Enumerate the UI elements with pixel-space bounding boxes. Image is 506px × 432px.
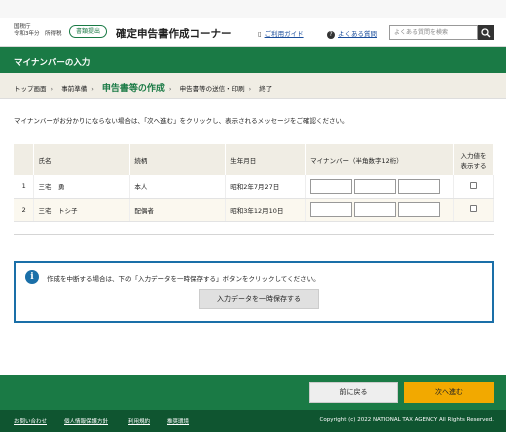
- mynumber-field-2[interactable]: [354, 178, 397, 194]
- submission-badge: 書類提出: [69, 25, 108, 38]
- person-relation: 配偶者: [129, 198, 227, 222]
- search-input[interactable]: [389, 25, 478, 40]
- footer-link-privacy[interactable]: 個人情報保護方針: [64, 417, 108, 425]
- person-name: 三宅 トシ子: [33, 198, 131, 222]
- navigation-bar: 前に戻る 次へ進む: [0, 375, 506, 410]
- header-show-values: 入力値を表示する: [453, 144, 494, 175]
- table-header-row: 氏名 続柄 生年月日 マイナンバー（半角数字12桁） 入力値を表示する: [14, 144, 494, 175]
- footer-link-contact[interactable]: お問い合わせ: [14, 417, 47, 425]
- header-name: 氏名: [33, 144, 131, 175]
- footer-link-terms[interactable]: 利用規約: [128, 417, 150, 425]
- page-title: マイナンバーの入力: [0, 47, 506, 73]
- agency-logo[interactable]: 国税庁 令和3年分 所得税: [14, 24, 62, 38]
- header-relation: 続柄: [129, 144, 227, 175]
- mynumber-field-2[interactable]: [354, 202, 397, 217]
- header-mynumber: マイナンバー（半角数字12桁）: [305, 144, 455, 175]
- header-num: [14, 144, 35, 175]
- footer-link-environment[interactable]: 推奨環境: [167, 417, 189, 425]
- chevron-right-icon: ›: [91, 85, 94, 93]
- header-birthdate: 生年月日: [225, 144, 307, 175]
- mynumber-inputs: [305, 198, 455, 222]
- agency-name: 国税庁: [14, 24, 31, 30]
- search-button[interactable]: [478, 25, 494, 40]
- app-title: 確定申告書作成コーナー: [116, 28, 232, 40]
- footer: お問い合わせ 個人情報保護方針 利用規約 推奨環境 Copyright (c) …: [0, 410, 506, 432]
- breadcrumb-finish: 終了: [259, 85, 273, 93]
- show-values-checkbox[interactable]: [470, 205, 477, 212]
- table-row: 1 三宅 勇 本人 昭和2年7月27日: [14, 175, 494, 199]
- mynumber-field-3[interactable]: [398, 202, 441, 217]
- chevron-right-icon: ›: [248, 85, 252, 93]
- person-birthdate: 昭和2年7月27日: [225, 175, 307, 199]
- show-values-checkbox[interactable]: [470, 181, 477, 189]
- breadcrumb-top: トップ画面: [14, 85, 47, 93]
- mynumber-inputs: [305, 175, 455, 199]
- breadcrumb-send-print: 申告書等の送信・印刷: [179, 85, 245, 93]
- book-icon: ▯: [258, 30, 262, 38]
- tax-year: 令和3年分 所得税: [14, 31, 62, 37]
- person-relation: 本人: [129, 175, 227, 199]
- search-icon: [481, 28, 491, 38]
- save-notice-text: 作成を中断する場合は、下の「入力データを一時保存する」ボタンをクリックしてくださ…: [47, 275, 320, 283]
- show-values-cell: [453, 175, 494, 199]
- faq-link[interactable]: ? よくある質問: [327, 28, 377, 39]
- guide-link[interactable]: ▯ ご利用ガイド: [258, 28, 304, 38]
- table-row: 2 三宅 トシ子 配偶者 昭和3年12月10日: [14, 198, 494, 222]
- mynumber-table: 氏名 続柄 生年月日 マイナンバー（半角数字12桁） 入力値を表示する 1 三宅…: [14, 144, 494, 222]
- person-name: 三宅 勇: [33, 175, 131, 199]
- question-icon: ?: [327, 31, 335, 39]
- mynumber-field-3[interactable]: [398, 178, 441, 194]
- show-values-cell: [453, 198, 494, 222]
- next-button[interactable]: 次へ進む: [404, 382, 494, 403]
- temp-save-button[interactable]: 入力データを一時保存する: [199, 289, 319, 309]
- divider: [14, 234, 494, 235]
- row-number: 1: [14, 175, 35, 199]
- chevron-right-icon: ›: [50, 85, 54, 93]
- main-content: マイナンバーがお分かりにならない場合は、「次へ進む」をクリックし、表示されるメッ…: [0, 99, 506, 375]
- breadcrumb: トップ画面 › 事前準備 › 申告書等の作成 › 申告書等の送信・印刷 › 終了: [0, 73, 506, 99]
- header: 国税庁 令和3年分 所得税 書類提出 確定申告書作成コーナー ▯ ご利用ガイド ?…: [0, 18, 506, 47]
- back-button[interactable]: 前に戻る: [309, 382, 398, 403]
- chevron-right-icon: ›: [168, 85, 172, 93]
- mynumber-field-1[interactable]: [310, 202, 353, 217]
- instruction-text: マイナンバーがお分かりにならない場合は、「次へ進む」をクリックし、表示されるメッ…: [14, 117, 349, 125]
- top-strip: [0, 0, 506, 18]
- row-number: 2: [14, 198, 35, 222]
- guide-link-label: ご利用ガイド: [264, 30, 304, 38]
- info-icon: i: [25, 270, 39, 284]
- mynumber-field-1[interactable]: [310, 178, 353, 194]
- person-birthdate: 昭和3年12月10日: [225, 198, 307, 222]
- copyright: Copyright (c) 2022 NATIONAL TAX AGENCY A…: [319, 417, 494, 423]
- breadcrumb-current: 申告書等の作成: [101, 84, 165, 94]
- faq-link-label: よくある質問: [338, 30, 377, 38]
- breadcrumb-preparation: 事前準備: [61, 85, 88, 93]
- save-notice-box: i 作成を中断する場合は、下の「入力データを一時保存する」ボタンをクリックしてく…: [14, 261, 494, 323]
